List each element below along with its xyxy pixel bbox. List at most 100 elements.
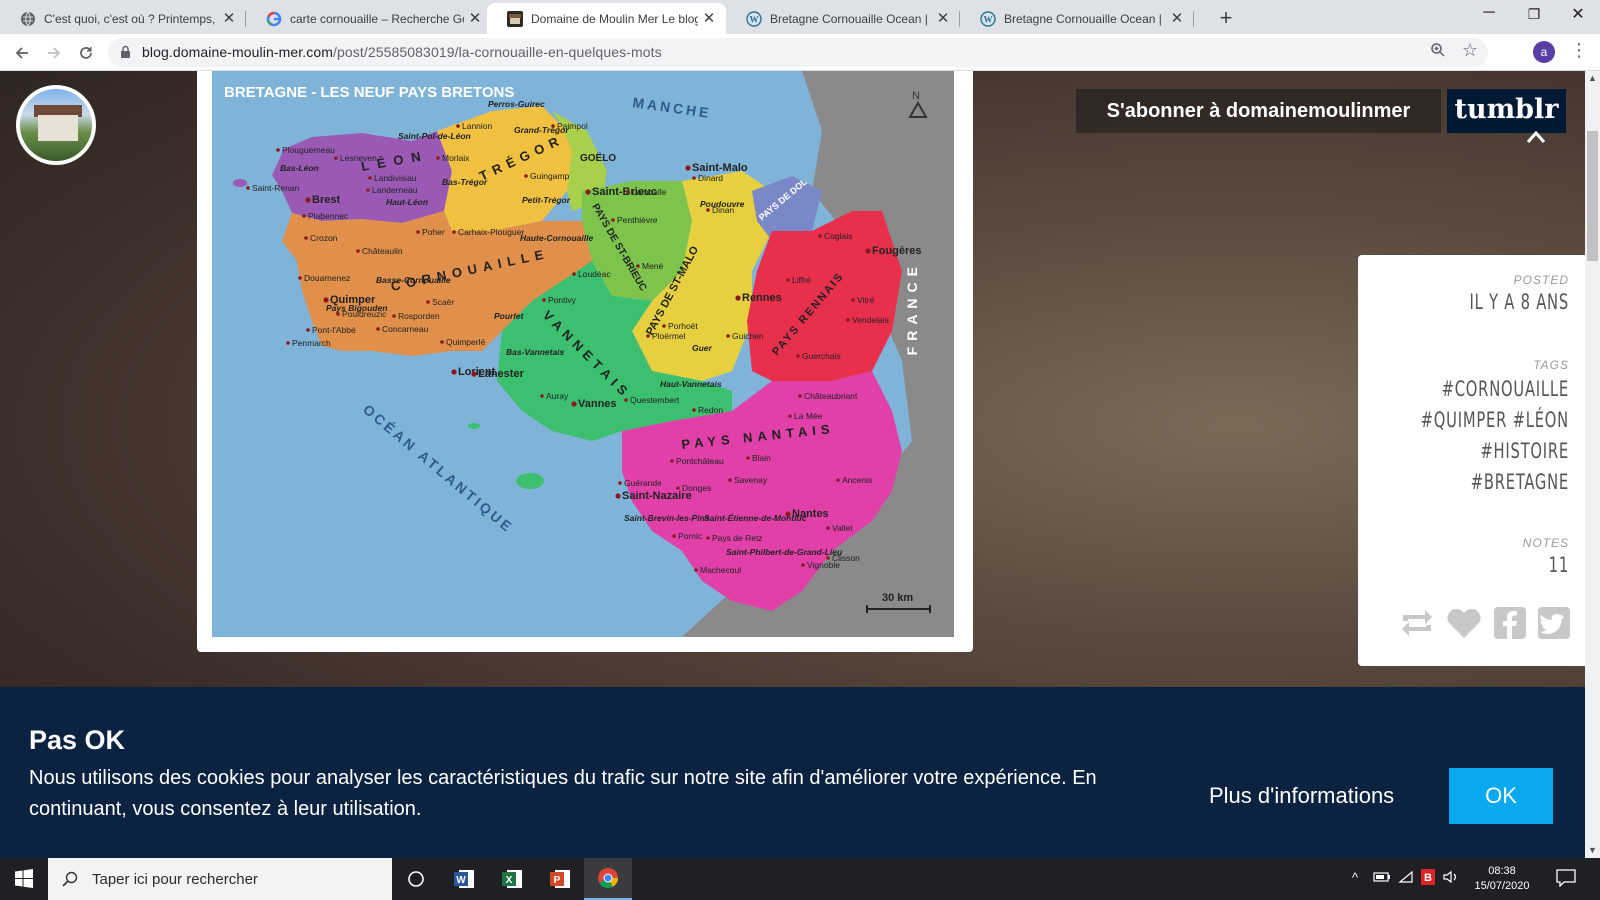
- tab-2[interactable]: Domaine de Moulin Mer Le blog ✕: [487, 3, 726, 34]
- restore-button[interactable]: ❐: [1514, 6, 1554, 23]
- scroll-down-icon[interactable]: ▼: [1588, 845, 1597, 855]
- map-scale-label: 30 km: [882, 592, 913, 604]
- tab-3[interactable]: W Bretagne Cornouaille Ocean | De ✕: [726, 3, 960, 34]
- url-path: /post/25585083019/la-cornouaille-en-quel…: [333, 44, 662, 60]
- tab-4[interactable]: W Bretagne Cornouaille Ocean | De ✕: [960, 3, 1194, 34]
- tag-link[interactable]: #CORNOUAILLE: [1404, 374, 1569, 405]
- tab-close-icon[interactable]: ✕: [1168, 9, 1186, 27]
- bookmark-star-icon[interactable]: ☆: [1462, 40, 1478, 61]
- svg-text:X: X: [506, 875, 513, 886]
- cookie-banner: Pas OK Nous utilisons des cookies pour a…: [0, 687, 1585, 858]
- tab-close-icon[interactable]: ✕: [466, 9, 484, 27]
- word-icon: W: [454, 870, 474, 888]
- map-town-dot: [376, 327, 380, 331]
- map-town-dot: [286, 341, 290, 345]
- map-town-label: Guingamp: [530, 171, 569, 181]
- tab-close-icon[interactable]: ✕: [700, 9, 718, 27]
- brittany-map-image[interactable]: BRETAGNE - LES NEUF PAYS BRETONS N MANCH…: [212, 71, 954, 637]
- wifi-icon[interactable]: [1398, 870, 1414, 887]
- more-info-link[interactable]: Plus d'informations: [1209, 783, 1394, 809]
- twitter-icon[interactable]: [1537, 607, 1571, 639]
- profile-avatar[interactable]: a: [1533, 41, 1555, 63]
- map-town-label: Auray: [546, 391, 569, 401]
- map-region-label: Bas-Léon: [280, 163, 319, 173]
- tab-close-icon[interactable]: ✕: [220, 9, 238, 27]
- back-button[interactable]: [8, 39, 36, 67]
- start-button[interactable]: [0, 858, 48, 900]
- map-town-dot: [524, 174, 528, 178]
- map-town-dot: [426, 300, 430, 304]
- address-bar[interactable]: blog.domaine-moulin-mer.com/post/2558508…: [108, 38, 1488, 67]
- map-town-label: Châteaubriant: [804, 391, 858, 401]
- facebook-icon[interactable]: [1493, 607, 1527, 639]
- tag-link[interactable]: #QUIMPER #LÉON: [1404, 405, 1569, 436]
- scrollbar-thumb[interactable]: [1587, 131, 1598, 261]
- map-title: BRETAGNE - LES NEUF PAYS BRETONS: [224, 84, 514, 101]
- svg-text:W: W: [456, 875, 466, 886]
- map-island-groix: [468, 423, 480, 429]
- map-region-label: Petit-Trégor: [522, 195, 571, 205]
- tag-link[interactable]: #HISTOIRE: [1404, 436, 1569, 467]
- map-town-label: Pont-l'Abbé: [312, 325, 356, 335]
- forward-button[interactable]: [40, 39, 68, 67]
- map-town-label: Plabennec: [308, 211, 349, 221]
- map-town-label: Châteaulin: [362, 246, 403, 256]
- browser-toolbar: blog.domaine-moulin-mer.com/post/2558508…: [0, 34, 1600, 71]
- menu-kebab-icon[interactable]: ⋮: [1570, 40, 1588, 60]
- battery-icon[interactable]: [1373, 870, 1391, 887]
- map-region-label: Haut-Léon: [386, 197, 428, 207]
- map-town-dot: [304, 236, 308, 240]
- tab-1[interactable]: carte cornouaille – Recherche Go ✕: [246, 3, 492, 34]
- map-town-label: Fougères: [872, 245, 922, 257]
- taskbar-word[interactable]: W: [440, 858, 488, 900]
- map-town-label: Guerchais: [802, 351, 841, 361]
- reload-button[interactable]: [72, 39, 100, 67]
- zoom-icon[interactable]: [1430, 42, 1446, 62]
- post-meta-panel: POSTED IL Y A 8 ANS TAGS #CORNOUAILLE #Q…: [1358, 255, 1585, 666]
- map-town-label: Vendelais: [852, 315, 889, 325]
- subscribe-button[interactable]: S'abonner à domainemoulinmer: [1076, 89, 1441, 133]
- tray-chevron-up-icon[interactable]: ^: [1352, 870, 1358, 885]
- reblog-icon[interactable]: [1399, 607, 1435, 639]
- svg-text:W: W: [984, 15, 993, 25]
- tag-link[interactable]: #BRETAGNE: [1404, 467, 1569, 498]
- taskbar-clock[interactable]: 08:38 15/07/2020: [1468, 864, 1536, 894]
- scroll-up-icon[interactable]: ▲: [1588, 73, 1597, 83]
- minimize-button[interactable]: ─: [1469, 4, 1509, 22]
- heart-icon[interactable]: [1445, 607, 1483, 639]
- notification-center-icon[interactable]: [1556, 869, 1576, 887]
- windows-logo-icon: [15, 869, 33, 888]
- windows-taskbar: Taper ici pour rechercher W X P ^ B 08:3…: [0, 858, 1600, 900]
- map-town-label: Morlaix: [442, 153, 470, 163]
- map-svg: BRETAGNE - LES NEUF PAYS BRETONS N MANCH…: [224, 71, 954, 637]
- tumblr-logo[interactable]: tumblr: [1447, 89, 1566, 133]
- tab-strip: C'est quoi, c'est où ? Printemps, é ✕ ca…: [0, 0, 1600, 34]
- notes-label: NOTES: [1522, 536, 1569, 550]
- task-view-button[interactable]: [392, 858, 440, 900]
- map-town-label: Porhoët: [668, 321, 698, 331]
- close-window-button[interactable]: ✕: [1558, 4, 1598, 24]
- map-town-dot: [416, 230, 420, 234]
- blog-avatar[interactable]: [16, 85, 96, 165]
- cookie-ok-button[interactable]: OK: [1449, 768, 1553, 824]
- svg-text:B: B: [1424, 872, 1432, 884]
- forward-arrow-icon: [48, 47, 61, 59]
- posted-value[interactable]: IL Y A 8 ANS: [1404, 287, 1569, 318]
- taskbar-search[interactable]: Taper ici pour rechercher: [48, 858, 392, 900]
- search-icon: [62, 871, 78, 887]
- notes-count[interactable]: 11: [1404, 550, 1569, 581]
- page-scrollbar[interactable]: ▲ ▼: [1585, 71, 1600, 858]
- taskbar-powerpoint[interactable]: P: [536, 858, 584, 900]
- map-town-dot: [356, 249, 360, 253]
- new-tab-button[interactable]: +: [1214, 5, 1238, 31]
- map-town-dot: [306, 328, 310, 332]
- volume-icon[interactable]: [1443, 870, 1459, 887]
- map-town-dot: [571, 401, 577, 407]
- tab-close-icon[interactable]: ✕: [934, 9, 952, 27]
- antivirus-icon[interactable]: B: [1420, 868, 1436, 889]
- tab-0[interactable]: C'est quoi, c'est où ? Printemps, é ✕: [0, 3, 246, 34]
- clock-date: 15/07/2020: [1474, 880, 1530, 892]
- map-town-label: Lannion: [462, 121, 493, 131]
- taskbar-excel[interactable]: X: [488, 858, 536, 900]
- taskbar-chrome[interactable]: [584, 858, 632, 900]
